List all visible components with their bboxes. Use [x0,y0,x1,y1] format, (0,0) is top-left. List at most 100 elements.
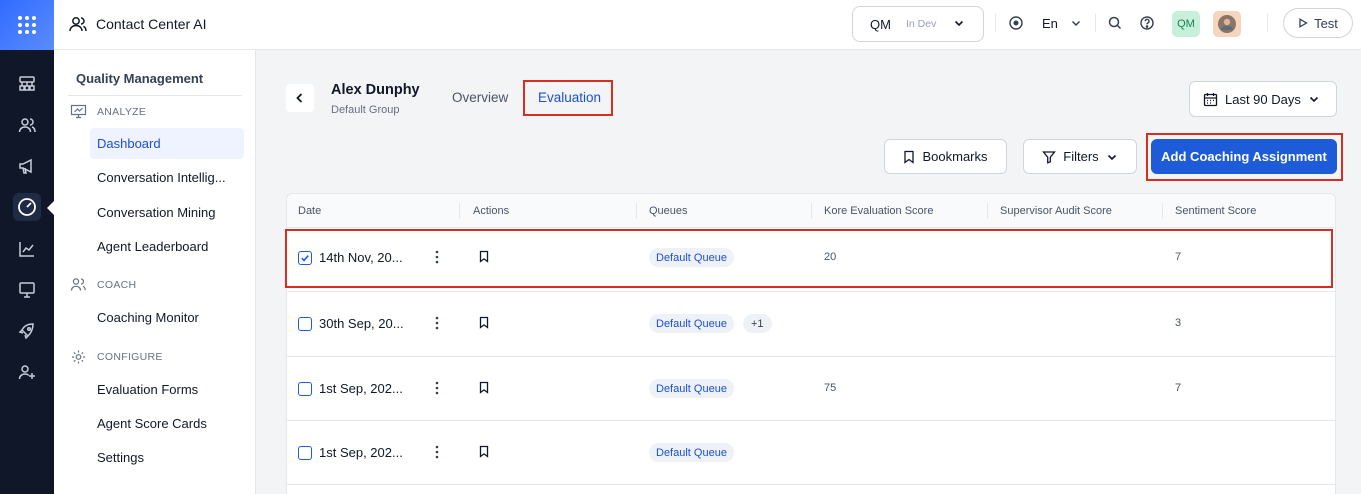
bookmark-icon[interactable] [479,445,489,458]
megaphone-icon[interactable] [13,152,41,180]
evaluations-table: Date Actions Queues Kore Evaluation Scor… [286,193,1336,494]
users-icon [68,14,88,34]
chevron-left-icon [294,92,306,104]
user-initials-avatar[interactable]: QM [1172,11,1200,37]
divider [1095,14,1096,32]
filters-label: Filters [1063,149,1099,164]
cell-date: 1st Sep, 202... [319,381,403,396]
environment-select[interactable]: QM In Dev [852,6,984,42]
queue-chip: Default Queue [649,443,734,462]
row-checkbox[interactable] [298,251,312,265]
column-header-queues[interactable]: Queues [649,205,688,217]
kebab-menu-icon[interactable] [435,445,439,459]
sidebar-item-coaching-monitor[interactable]: Coaching Monitor [90,302,244,333]
main-content: Alex Dunphy Default Group Overview Evalu… [256,50,1361,494]
monitor-icon[interactable] [13,276,41,304]
environment-name: QM [870,17,891,32]
search-icon[interactable] [1107,15,1123,31]
bookmark-icon[interactable] [479,250,489,263]
cell-date: 14th Nov, 20... [319,250,403,265]
kebab-menu-icon[interactable] [435,316,439,330]
bookmark-icon[interactable] [479,316,489,329]
section-coach: COACH [70,277,136,292]
column-divider [459,203,460,219]
gauge-icon[interactable] [13,193,41,221]
sidebar-title: Quality Management [76,71,204,86]
user-photo-avatar[interactable] [1213,11,1241,37]
section-label: COACH [97,278,137,291]
more-queues-chip[interactable]: +1 [743,314,772,333]
play-icon [1298,18,1308,28]
bookmark-icon[interactable] [479,381,489,394]
chevron-down-icon [953,17,965,29]
sidebar-item-conversation-intelligence[interactable]: Conversation Intellig... [90,162,244,193]
rocket-icon[interactable] [13,317,41,345]
user-add-icon[interactable] [13,358,41,386]
cell-kore-score: 20 [824,251,837,263]
column-header-audit-score[interactable]: Supervisor Audit Score [1000,205,1112,217]
filters-button[interactable]: Filters [1023,139,1137,174]
table-row[interactable]: 1st Sep, 202... Default Queue 75 7 [287,357,1335,421]
queue-chip: Default Queue [649,248,734,267]
coach-users-icon [70,277,87,292]
sidebar-item-agent-score-cards[interactable]: Agent Score Cards [90,408,244,439]
agent-name: Alex Dunphy [331,82,420,98]
column-divider [636,203,637,219]
agent-group: Default Group [331,104,400,116]
tab-evaluation[interactable]: Evaluation [538,90,601,105]
cell-sentiment: 7 [1175,382,1182,394]
sidebar-item-evaluation-forms[interactable]: Evaluation Forms [90,374,244,405]
help-icon[interactable] [1139,15,1155,31]
cell-kore-score: 75 [824,382,837,394]
column-divider [1162,203,1163,219]
chevron-down-icon [1106,151,1118,163]
calendar-icon [1203,92,1218,107]
column-divider [987,203,988,219]
bookmarks-button[interactable]: Bookmarks [884,139,1007,174]
sidebar-item-dashboard[interactable]: Dashboard [90,128,244,159]
bookmark-icon [903,150,915,164]
left-rail [0,0,55,494]
row-checkbox[interactable] [298,382,312,396]
section-analyze: ANALYZE [70,104,146,119]
chart-line-icon[interactable] [13,235,41,263]
kebab-menu-icon[interactable] [435,250,439,264]
test-label: Test [1314,15,1338,31]
date-range-select[interactable]: Last 90 Days [1189,81,1337,117]
section-label: ANALYZE [97,105,147,118]
sidebar: Quality Management ANALYZE Dashboard Con… [54,50,256,494]
top-bar: Contact Center AI QM In Dev En QM Test [54,0,1361,50]
app-grid-icon[interactable] [0,0,54,50]
divider [995,14,996,32]
language-select[interactable]: En [1042,16,1058,31]
row-checkbox[interactable] [298,317,312,331]
table-row[interactable]: 14th Nov, 20... Default Queue 20 7 [287,228,1335,292]
column-header-date[interactable]: Date [298,205,321,217]
sidebar-item-settings[interactable]: Settings [90,442,244,473]
table-row[interactable]: 30th Sep, 20... Default Queue +1 3 [287,292,1335,357]
hierarchy-icon[interactable] [13,70,41,98]
section-label: CONFIGURE [97,351,163,363]
sidebar-item-agent-leaderboard[interactable]: Agent Leaderboard [90,231,244,262]
column-header-kore-score[interactable]: Kore Evaluation Score [824,205,933,217]
sidebar-item-conversation-mining[interactable]: Conversation Mining [90,197,244,228]
date-range-label: Last 90 Days [1225,91,1301,107]
kebab-menu-icon[interactable] [435,381,439,395]
table-row[interactable]: 1st Sep, 202... Default Queue [287,421,1335,485]
add-coaching-assignment-button[interactable]: Add Coaching Assignment [1151,139,1337,174]
bookmarks-label: Bookmarks [922,149,988,164]
users-icon[interactable] [13,111,41,139]
cell-sentiment: 7 [1175,251,1182,263]
target-icon[interactable] [1008,15,1024,31]
column-header-sentiment[interactable]: Sentiment Score [1175,205,1256,217]
chevron-down-icon[interactable] [1070,17,1082,29]
cell-date: 30th Sep, 20... [319,316,404,331]
row-checkbox[interactable] [298,446,312,460]
column-divider [811,203,812,219]
queue-chip: Default Queue [649,379,734,398]
test-button[interactable]: Test [1283,8,1353,38]
column-header-actions[interactable]: Actions [473,205,509,217]
back-button[interactable] [286,84,314,112]
tab-overview[interactable]: Overview [452,90,508,105]
table-header: Date Actions Queues Kore Evaluation Scor… [287,194,1335,228]
